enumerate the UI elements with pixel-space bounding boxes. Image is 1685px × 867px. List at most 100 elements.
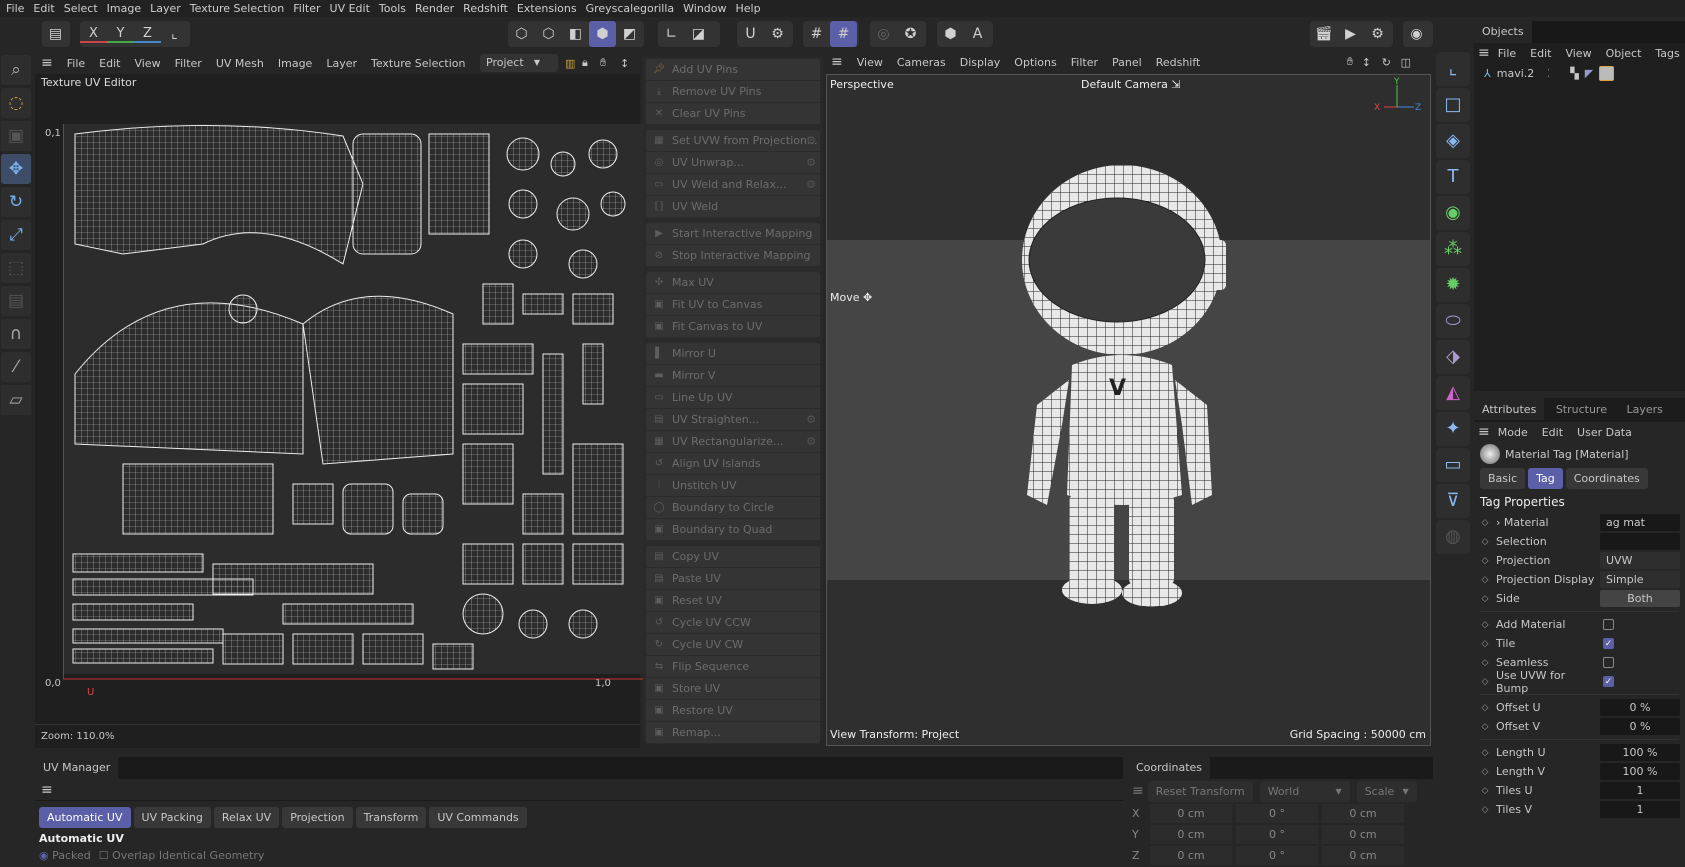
visibility-dots-icon[interactable]: ⁚ bbox=[1547, 67, 1551, 80]
viewport-name[interactable]: Perspective bbox=[830, 78, 894, 91]
user-icon[interactable]: ◉ bbox=[1403, 26, 1430, 42]
menu-file[interactable]: File bbox=[6, 2, 24, 15]
pan-icon[interactable]: ✋︎ bbox=[1347, 55, 1353, 69]
cmd-uv-weld[interactable]: ⟦⟧ UV Weld bbox=[646, 196, 820, 218]
menu-select[interactable]: Select bbox=[64, 2, 98, 15]
vp-menu-view[interactable]: View bbox=[857, 56, 883, 69]
histogram-icon[interactable]: ▥ bbox=[565, 57, 575, 70]
tile-checkbox[interactable]: ✓ bbox=[1603, 638, 1614, 649]
hand-pan-icon[interactable]: ✋︎ bbox=[600, 56, 606, 70]
menu-extensions[interactable]: Extensions bbox=[517, 2, 577, 15]
hamburger-icon[interactable]: ≡ bbox=[831, 54, 843, 70]
settings-circle-icon[interactable]: ✪ bbox=[897, 26, 924, 42]
tab-objects[interactable]: Objects bbox=[1474, 21, 1532, 43]
coordinate-system-icon[interactable]: ⌞ bbox=[161, 26, 188, 42]
cloner-icon[interactable]: ⁂ bbox=[1436, 232, 1470, 266]
selection-field[interactable] bbox=[1600, 533, 1680, 550]
obj-menu-edit[interactable]: Edit bbox=[1530, 47, 1551, 60]
scene-camera-icon[interactable]: ▭ bbox=[1436, 448, 1470, 482]
tab-layers[interactable]: Layers bbox=[1618, 399, 1670, 421]
archive-icon[interactable]: ▤ bbox=[42, 26, 69, 42]
object-row[interactable]: ⅄ mavi.2 ⁚ ▚ ◤ bbox=[1474, 63, 1685, 83]
subtab-basic[interactable]: Basic bbox=[1480, 468, 1526, 489]
keyframe-icon[interactable]: ◇ bbox=[1474, 639, 1496, 649]
astronaut-model[interactable]: V bbox=[997, 165, 1257, 615]
hamburger-icon[interactable]: ≡ bbox=[1478, 45, 1490, 61]
vp-menu-filter[interactable]: Filter bbox=[1071, 56, 1098, 69]
gear-icon[interactable]: ⚙ bbox=[806, 413, 816, 426]
camera-object-icon[interactable]: ⌞ bbox=[1436, 52, 1470, 86]
space-dropdown[interactable]: World ▼ bbox=[1259, 780, 1350, 802]
cmd-remap[interactable]: ▣ Remap... bbox=[646, 722, 820, 744]
length-u-field[interactable]: 100 % bbox=[1600, 744, 1680, 761]
cmd-flip-sequence[interactable]: ⇆ Flip Sequence bbox=[646, 656, 820, 678]
lock-icon[interactable]: 🔒︎ bbox=[582, 56, 588, 70]
vp-menu-display[interactable]: Display bbox=[960, 56, 1001, 69]
text-icon[interactable]: T bbox=[1436, 160, 1470, 194]
uv-menu-uv-mesh[interactable]: UV Mesh bbox=[216, 57, 264, 70]
coord-scale-field[interactable]: 0 cm bbox=[1322, 846, 1404, 865]
coord-pos-field[interactable]: 0 cm bbox=[1150, 804, 1232, 823]
live-selection-icon[interactable]: ◌ bbox=[1, 88, 31, 118]
keyframe-icon[interactable]: ◇ bbox=[1474, 767, 1496, 777]
keyframe-icon[interactable]: ◇ bbox=[1474, 677, 1496, 687]
search-icon[interactable]: ⌕ bbox=[1, 55, 31, 85]
uv-polygons-mode-icon[interactable]: ⬢ bbox=[589, 21, 616, 47]
hamburger-icon[interactable]: ≡ bbox=[41, 55, 53, 71]
cmd-copy-uv[interactable]: ▤ Copy UV bbox=[646, 546, 820, 568]
overlap-checkbox[interactable]: ☐ Overlap Identical Geometry bbox=[99, 849, 265, 862]
cmd-line-up-uv[interactable]: ▭ Line Up UV bbox=[646, 387, 820, 409]
reset-transform-button[interactable]: Reset Transform bbox=[1147, 780, 1253, 802]
maximize-icon[interactable]: ◫ bbox=[1401, 56, 1411, 69]
points-mode-icon[interactable]: ⬡ bbox=[508, 26, 535, 42]
z-axis-toggle[interactable]: Z bbox=[134, 26, 161, 43]
cmd-cycle-uv-ccw[interactable]: ↺ Cycle UV CCW bbox=[646, 612, 820, 634]
uv-packing-button[interactable]: UV Packing bbox=[133, 807, 211, 828]
cmd-mirror-u[interactable]: ▌ Mirror U bbox=[646, 343, 820, 365]
uv-menu-file[interactable]: File bbox=[67, 57, 85, 70]
field-icon[interactable]: ⬗ bbox=[1436, 340, 1470, 374]
tab-coordinates[interactable]: Coordinates bbox=[1128, 757, 1211, 779]
keyframe-icon[interactable]: ◇ bbox=[1474, 575, 1496, 585]
edges-mode-icon[interactable]: ⬡ bbox=[535, 26, 562, 42]
menu-render[interactable]: Render bbox=[415, 2, 454, 15]
cmd-uv-weld-and-relax[interactable]: ▭ UV Weld and Relax... ⚙ bbox=[646, 174, 820, 196]
effector-icon[interactable]: ✹ bbox=[1436, 268, 1470, 302]
cmd-stop-interactive-mapping[interactable]: ⊘ Stop Interactive Mapping bbox=[646, 245, 820, 267]
cube-icon[interactable]: ◈ bbox=[1436, 124, 1470, 158]
offset-v-field[interactable]: 0 % bbox=[1600, 718, 1680, 735]
attr-menu-edit[interactable]: Edit bbox=[1542, 426, 1563, 439]
transform-icon[interactable]: ⬚ bbox=[1, 253, 31, 283]
relax-uv-button[interactable]: Relax UV bbox=[213, 807, 280, 828]
obj-menu-tags[interactable]: Tags bbox=[1655, 47, 1679, 60]
coord-pos-field[interactable]: 0 cm bbox=[1150, 846, 1232, 865]
menu-image[interactable]: Image bbox=[107, 2, 141, 15]
spline-icon[interactable]: ◉ bbox=[1436, 196, 1470, 230]
magnet-icon[interactable]: U bbox=[737, 26, 764, 42]
attr-menu-user-data[interactable]: User Data bbox=[1577, 426, 1632, 439]
orbit-icon[interactable]: ↻ bbox=[1382, 56, 1391, 69]
cmd-set-uvw-from-projection[interactable]: ▦ Set UVW from Projection... ⚙ bbox=[646, 130, 820, 152]
projection-display-field[interactable]: Simple bbox=[1600, 571, 1680, 588]
coord-rot-field[interactable]: 0 ° bbox=[1236, 804, 1318, 823]
checker-tag-icon[interactable]: ▚ bbox=[1570, 67, 1578, 80]
volume-icon[interactable]: ◭ bbox=[1436, 376, 1470, 410]
menu-help[interactable]: Help bbox=[736, 2, 761, 15]
camera-label[interactable]: Default Camera ⇲ bbox=[1081, 78, 1181, 91]
uv-menu-layer[interactable]: Layer bbox=[326, 57, 357, 70]
solo-icon[interactable]: ◪ bbox=[685, 26, 712, 42]
keyframe-icon[interactable]: ◇ bbox=[1474, 658, 1496, 668]
obj-menu-object[interactable]: Object bbox=[1606, 47, 1642, 60]
use-uvw-bump-checkbox[interactable]: ✓ bbox=[1603, 676, 1614, 687]
cube-outline-icon[interactable]: □ bbox=[1436, 88, 1470, 122]
coord-rot-field[interactable]: 0 ° bbox=[1236, 825, 1318, 844]
rect-selection-icon[interactable]: ▣ bbox=[1, 121, 31, 151]
object-name[interactable]: mavi.2 bbox=[1497, 67, 1547, 80]
gear-icon[interactable]: ⚙ bbox=[806, 134, 816, 147]
uv-points-mode-icon[interactable]: ◩ bbox=[616, 26, 643, 42]
keyframe-icon[interactable]: ◇ bbox=[1474, 722, 1496, 732]
sculpt-icon[interactable]: ◍ bbox=[1436, 520, 1470, 554]
tab-attributes[interactable]: Attributes bbox=[1474, 398, 1545, 420]
vp-menu-redshift[interactable]: Redshift bbox=[1156, 56, 1201, 69]
rotate-tool-icon[interactable]: ↻ bbox=[1, 187, 31, 217]
